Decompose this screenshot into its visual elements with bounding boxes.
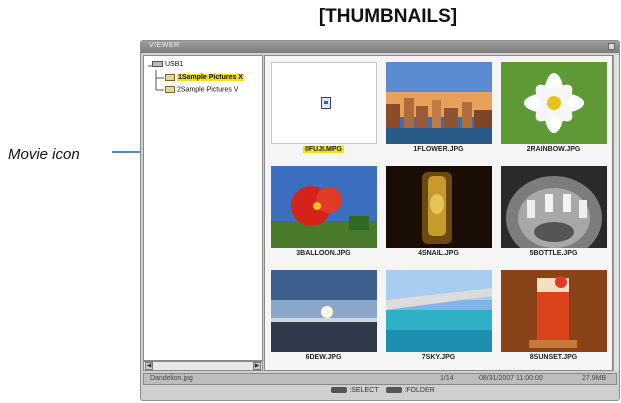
- thumbnail-item[interactable]: 1FLOWER.JPG: [382, 58, 495, 162]
- thumbnail-image: [271, 166, 377, 248]
- thumbnail-item[interactable]: 0FUJI.MPG: [267, 58, 380, 162]
- status-bar: Dandelion.jpg 1/14 08/31/2007 11:00:00 2…: [143, 373, 617, 385]
- hint-folder: :FOLDER: [404, 387, 435, 394]
- status-filename: Dandelion.jpg: [150, 375, 193, 382]
- tree-item-usb1[interactable]: USB1: [152, 61, 183, 68]
- thumbnail-item[interactable]: 4SNAIL.JPG: [382, 162, 495, 266]
- folder-icon: [165, 74, 175, 81]
- thumbnail-item[interactable]: 3BALLOON.JPG: [267, 162, 380, 266]
- thumbnail-grid: 0FUJI.MPG 1FLOWER.JPG 2RAINBOW.JPG 3BALL…: [264, 55, 613, 371]
- thumbnail-caption: 1FLOWER.JPG: [413, 146, 464, 153]
- tree-item-folder-1[interactable]: 1Sample Pictures X: [165, 74, 244, 82]
- movie-icon: [321, 97, 331, 109]
- thumbnail-image: [386, 62, 492, 144]
- viewer-window: VIEWER USB1 1Sample Pictures X 2Sample P…: [140, 40, 620, 401]
- viewer-titlebar: VIEWER: [141, 41, 619, 53]
- thumbnail-image: [271, 270, 377, 352]
- thumbnail-item[interactable]: 2RAINBOW.JPG: [497, 58, 610, 162]
- thumbnail-caption: 6DEW.JPG: [305, 354, 342, 361]
- thumbnail-image: [271, 62, 377, 144]
- scroll-left-arrow-icon[interactable]: ◀: [145, 362, 153, 370]
- key-hint-bar: :SELECT :FOLDER: [141, 387, 619, 400]
- folder-icon: [165, 86, 175, 93]
- thumbnail-image: [501, 62, 607, 144]
- folder-tree[interactable]: USB1 1Sample Pictures X 2Sample Pictures…: [143, 55, 263, 361]
- thumbnail-caption: 5BOTTLE.JPG: [529, 250, 578, 257]
- hint-select: :SELECT: [349, 387, 379, 394]
- thumbnail-item[interactable]: 8SUNSET.JPG: [497, 266, 610, 370]
- thumbnail-vertical-scrollbar[interactable]: [613, 55, 619, 371]
- thumbnail-image: [501, 270, 607, 352]
- thumbnail-caption: 4SNAIL.JPG: [418, 250, 459, 257]
- thumbnail-item[interactable]: 6DEW.JPG: [267, 266, 380, 370]
- status-size: 27.9MB: [582, 375, 607, 382]
- enter-key-icon: [331, 387, 348, 394]
- thumbnail-caption: 8SUNSET.JPG: [529, 354, 578, 361]
- close-icon[interactable]: [608, 43, 615, 50]
- thumbnail-item[interactable]: 5BOTTLE.JPG: [497, 162, 610, 266]
- scroll-right-arrow-icon[interactable]: ▶: [253, 362, 261, 370]
- viewer-title: VIEWER: [149, 42, 180, 49]
- thumbnail-image: [386, 270, 492, 352]
- status-position: 1/14: [440, 375, 454, 382]
- usb-drive-icon: [152, 61, 163, 68]
- thumbnail-caption: 7SKY.JPG: [421, 354, 456, 361]
- exit-key-icon: [386, 387, 403, 394]
- thumbnail-caption: 2RAINBOW.JPG: [526, 146, 581, 153]
- status-datetime: 08/31/2007 11:00:00: [479, 375, 543, 382]
- thumbnail-item[interactable]: 7SKY.JPG: [382, 266, 495, 370]
- thumbnail-caption: 3BALLOON.JPG: [296, 250, 351, 257]
- thumbnail-image: [501, 166, 607, 248]
- thumbnail-image: [386, 166, 492, 248]
- tree-item-folder-2[interactable]: 2Sample Pictures V: [165, 86, 238, 93]
- tree-horizontal-scrollbar[interactable]: ◀ ▶: [143, 361, 263, 371]
- thumbnail-caption: 0FUJI.MPG: [303, 146, 344, 153]
